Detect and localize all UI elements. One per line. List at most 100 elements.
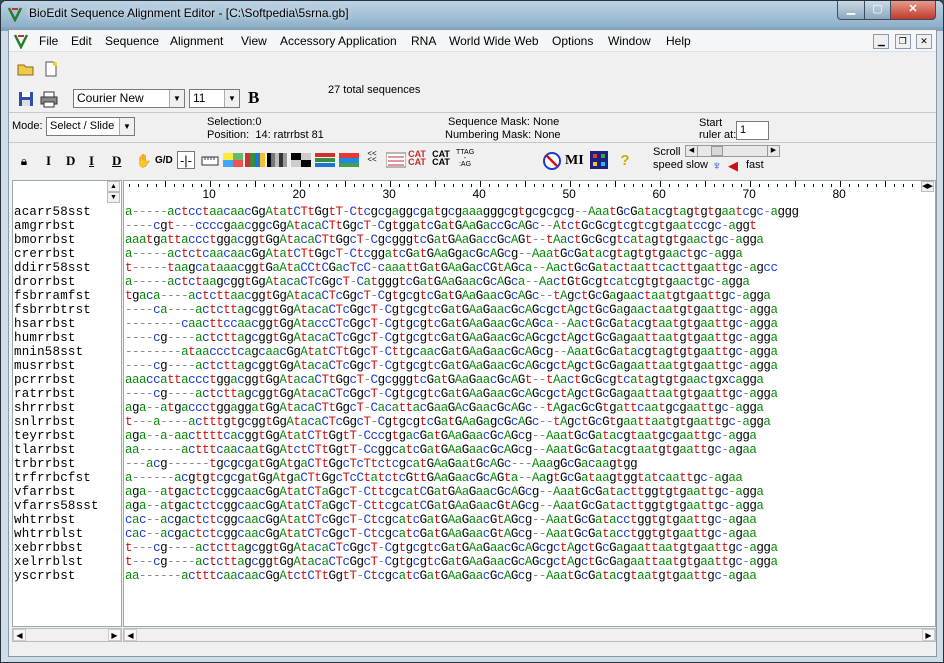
box-shade-icon[interactable] <box>291 151 311 169</box>
sequence-name[interactable]: whtrrblst <box>14 527 83 541</box>
cat-plain-icon[interactable]: CAT CAT <box>432 150 450 168</box>
chevron-up-icon[interactable]: ▲ <box>107 181 120 192</box>
sequence-row[interactable]: a-----actctaagcggtGgAtacaCTcGgcT-Catgggt… <box>125 275 750 289</box>
sequence-name[interactable]: yscrrbst <box>14 569 76 583</box>
chevron-left-icon[interactable]: ◀ <box>686 146 698 156</box>
sequence-row[interactable]: cac--acgactctcggcaacGgAtatCTcGgcT-Ctcgca… <box>125 527 757 541</box>
open-folder-icon[interactable] <box>17 60 35 78</box>
chevron-left-icon[interactable]: ◀ <box>13 629 26 641</box>
sequence-row[interactable]: a-----actcctaacaacGgAtatCTtGgtT-Ctcgcgag… <box>125 205 799 219</box>
menu-view[interactable]: View <box>241 34 267 48</box>
gap-delete-button[interactable]: G/D <box>155 155 173 166</box>
sequence-name[interactable]: mnin58sst <box>14 345 83 359</box>
title-bar[interactable]: BioEdit Sequence Alignment Editor - [C:\… <box>1 1 943 27</box>
grayscale-icon[interactable] <box>267 151 287 169</box>
lock-icon[interactable]: 🔒︎ <box>15 152 33 170</box>
save-icon[interactable] <box>17 90 35 108</box>
document-icon[interactable] <box>13 33 29 49</box>
sequence-row[interactable]: t---a----actttgtgcggtGgAtacaCTcGgcT-Cgtg… <box>125 415 771 429</box>
slider-thumb[interactable] <box>711 146 723 156</box>
sequence-row[interactable]: aaaccattaccctggacggtGgAtacaCTtGgcT-Cgcgg… <box>125 373 764 387</box>
chevron-right-icon[interactable]: ▶ <box>922 629 935 641</box>
sequence-row[interactable]: aga--atgaccctggaggatGgAtacaCTtGgcT-Cacat… <box>125 401 764 415</box>
mdi-close-button[interactable]: ✕ <box>916 34 932 49</box>
sequence-row[interactable]: cac--acgactctcggcaacGgAtatCTcGgcT-Ctcgca… <box>125 513 757 527</box>
sequence-name[interactable]: pcrrrbst <box>14 373 76 387</box>
chevron-right-icon[interactable]: ▶ <box>767 146 779 156</box>
sequence-name[interactable]: snlrrbst <box>14 415 76 429</box>
sequence-row[interactable]: ----ca----actcttagcggtGgAtacaCTcGgcT-Cgt… <box>125 303 778 317</box>
sequence-name[interactable]: humrrbst <box>14 331 76 345</box>
sequence-name[interactable]: ratrrbst <box>14 387 76 401</box>
sequence-name[interactable]: xelrrblst <box>14 555 83 569</box>
chevron-down-icon[interactable]: ▼ <box>224 90 239 107</box>
color-text-icon[interactable] <box>315 151 335 169</box>
sequence-row[interactable]: ----cgt---ccccgaacggcGgAtacaCTtGgcT-Cgtg… <box>125 219 757 233</box>
sequence-name[interactable]: vfarrbst <box>14 485 76 499</box>
plot-colors-icon[interactable] <box>339 151 359 169</box>
menu-options[interactable]: Options <box>552 34 593 48</box>
chevron-right-icon[interactable]: ▶ <box>108 629 121 641</box>
sequence-row[interactable]: aga--a-aacttttcacggtGgAtatCTtGgtT-Cccgtg… <box>125 429 757 443</box>
sequence-row[interactable]: a-----actctcaacaacGgAtatCTtGgcT-Ctcggatc… <box>125 247 743 261</box>
sequence-name[interactable]: acarr58sst <box>14 205 91 219</box>
cat-color-icon[interactable]: CAT CAT <box>408 150 426 168</box>
shade-color-icon[interactable] <box>223 151 243 169</box>
sequence-name[interactable]: vfarrs58sst <box>14 499 99 513</box>
hand-icon[interactable]: ✋ <box>135 152 153 170</box>
menu-world-wide-web[interactable]: World Wide Web <box>449 34 539 48</box>
sequence-row[interactable]: t-----taagcataaacggtGaAtaCCtCGacTcC-caaa… <box>125 261 778 275</box>
chevron-left-icon[interactable]: ◀ <box>124 629 137 641</box>
font-name-select[interactable]: Courier New ▼ <box>73 89 185 108</box>
mutual-information-button[interactable]: MI <box>565 153 584 169</box>
menu-sequence[interactable]: Sequence <box>105 34 159 48</box>
sequence-name[interactable]: trfrrbcfst <box>14 471 91 485</box>
sequence-name[interactable]: xebrrbbst <box>14 541 83 555</box>
print-icon[interactable] <box>40 90 58 108</box>
sequence-row[interactable]: aaatgattaccctggacggtGgAtacaCTtGgcT-Cgcgg… <box>125 233 764 247</box>
menu-accessory-application[interactable]: Accessory Application <box>280 34 397 48</box>
ttag-icon[interactable]: TTAG -:AG <box>456 149 474 168</box>
names-h-scrollbar[interactable]: ◀ ▶ <box>12 628 122 642</box>
sequence-row[interactable]: aga--atgactctcggcaacGgAtatCTaGgcT-Cttcgc… <box>125 485 764 499</box>
help-icon[interactable]: ? <box>616 152 634 170</box>
sequence-row[interactable]: --------caacttccaacggtGgAtaccCTcGgcT-Cgt… <box>125 317 778 331</box>
alignment-pane[interactable]: 10 20 30 40 50 60 70 80 ◀▶ a-----actcctaacaacGg… <box>123 180 936 627</box>
delete-tool-button[interactable]: D <box>66 153 75 169</box>
sequence-name[interactable]: crerrbst <box>14 247 76 261</box>
mode-select[interactable]: Select / Slide ▼ <box>46 117 135 136</box>
sequence-name[interactable]: teyrrbst <box>14 429 76 443</box>
sequence-name[interactable]: amgrrbst <box>14 219 76 233</box>
alignment-h-scrollbar[interactable]: ◀ ▶ <box>123 628 936 642</box>
sequence-row[interactable]: ----cg----actcttagcggtGgAtacaCTcGgcT-Cgt… <box>125 387 778 401</box>
start-ruler-input[interactable]: 1 <box>736 121 769 140</box>
font-size-select[interactable]: 11 ▼ <box>189 89 240 108</box>
shift-left-icon[interactable]: << << <box>363 150 381 169</box>
menu-edit[interactable]: Edit <box>71 34 92 48</box>
minimize-button[interactable]: ▁ <box>837 1 865 20</box>
insert-underline-button[interactable]: I <box>89 153 94 169</box>
slide-mode-icon[interactable]: -|- <box>177 151 195 169</box>
sequence-name[interactable]: musrrbst <box>14 359 76 373</box>
translate-icon[interactable] <box>385 151 407 169</box>
sequence-row[interactable]: aga--atgactctcggcaacGgAtatCTaGgcT-Cttcgc… <box>125 499 764 513</box>
sequence-row[interactable]: ---acg------tgcgcgatGgAtgaCTtGgcTcTtctcg… <box>125 457 638 471</box>
delete-underline-button[interactable]: D <box>112 153 121 169</box>
menu-rna[interactable]: RNA <box>411 34 436 48</box>
menu-help[interactable]: Help <box>666 34 691 48</box>
sequence-row[interactable]: a------acgtgtcgcgatGgAtgaCTtGgcTcCtatctc… <box>125 471 743 485</box>
mdi-restore-button[interactable]: ❐ <box>894 34 911 49</box>
sequence-name[interactable]: ddirr58sst <box>14 261 91 275</box>
sequence-row[interactable]: ----cg----actcttagcggtGgAtacaCTcGgcT-Cgt… <box>125 331 778 345</box>
sequence-row[interactable]: --------ataaccctcagcaacGgAtatCTtGgcT-Ctt… <box>125 345 778 359</box>
sequence-row[interactable]: t---cg----actcttagcggtGgAtacaCTcGgcT-Cgt… <box>125 555 778 569</box>
sequence-row[interactable]: ----cg----actcttagcggtGgAtacaCTcGgcT-Cgt… <box>125 359 778 373</box>
chevron-down-icon[interactable]: ▼ <box>119 118 134 135</box>
ruler-icon[interactable] <box>201 152 219 170</box>
sequence-name[interactable]: hsarrbst <box>14 317 76 331</box>
menu-file[interactable]: File <box>39 34 58 48</box>
chevron-down-icon[interactable]: ▼ <box>169 90 184 107</box>
matrix-icon[interactable] <box>589 150 608 169</box>
menu-window[interactable]: Window <box>608 34 651 48</box>
insert-tool-button[interactable]: I <box>46 153 51 169</box>
